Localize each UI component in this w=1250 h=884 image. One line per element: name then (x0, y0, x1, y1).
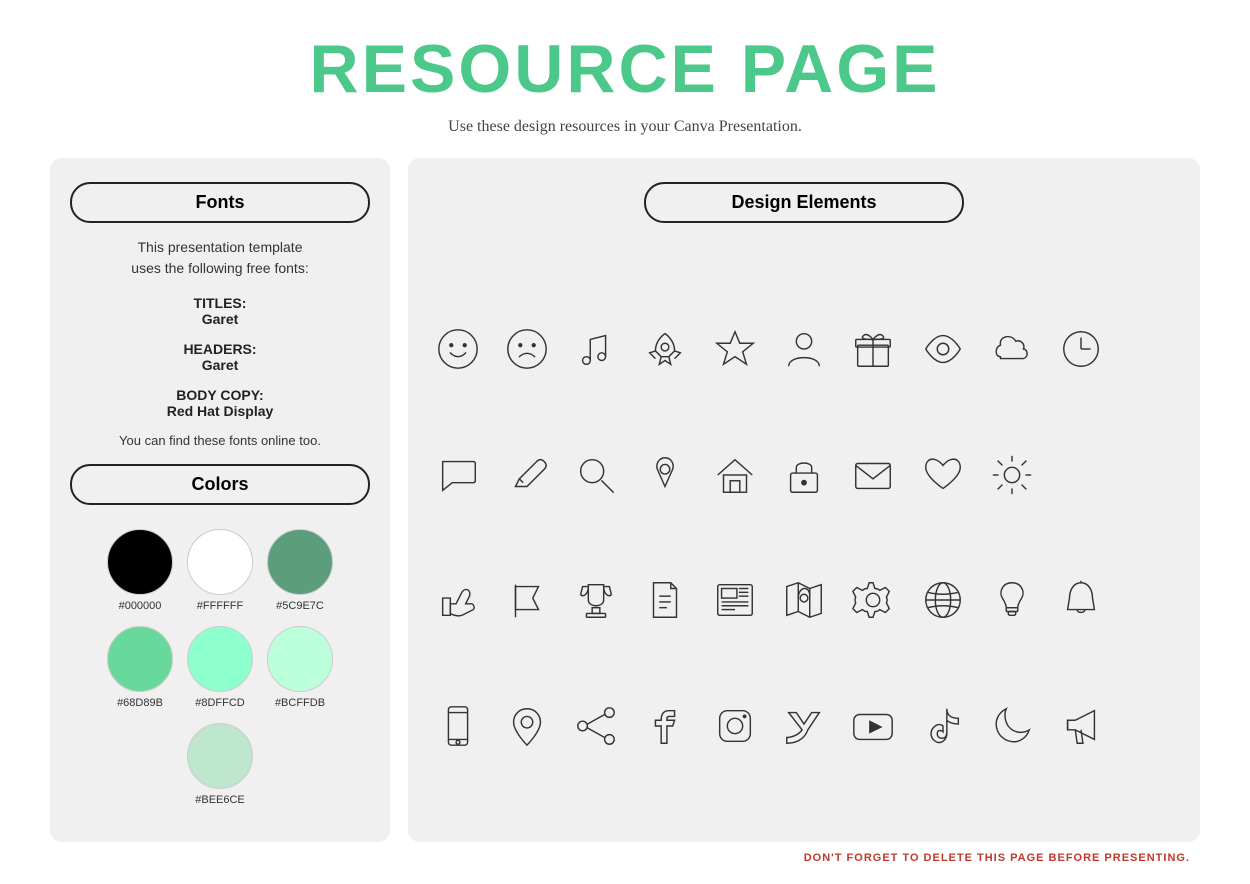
fonts-description: This presentation template uses the foll… (70, 237, 370, 279)
icon-heart (913, 452, 972, 498)
icon-facebook (636, 703, 695, 749)
left-panel: Fonts This presentation template uses th… (50, 158, 390, 842)
font-label-body: BODY COPY: (70, 387, 370, 403)
color-hex-mint1: #8DFFCD (195, 697, 245, 709)
icon-trophy (567, 577, 626, 623)
color-item-green2: #68D89B (107, 626, 173, 709)
design-elements-header: Design Elements (644, 182, 964, 223)
icon-location (497, 703, 556, 749)
color-hex-black: #000000 (119, 600, 162, 612)
icon-document (636, 577, 695, 623)
icon-placeholder211 (1121, 452, 1180, 498)
icon-share (567, 703, 626, 749)
color-item-green1: #5C9E7C (267, 529, 333, 612)
page-subtitle: Use these design resources in your Canva… (448, 118, 802, 136)
icon-lightbulb (982, 577, 1041, 623)
design-header-wrap: Design Elements (428, 182, 1180, 237)
font-name-body: Red Hat Display (70, 403, 370, 419)
icon-flag (497, 577, 556, 623)
icon-lock (774, 452, 833, 498)
font-label-titles: TITLES: (70, 295, 370, 311)
icons-grid (428, 257, 1180, 818)
color-swatch-green1 (267, 529, 333, 595)
icon-newspaper (705, 577, 764, 623)
font-entry-body: BODY COPY: Red Hat Display (70, 387, 370, 419)
color-hex-mint3: #BEE6CE (195, 794, 245, 806)
content-row: Fonts This presentation template uses th… (50, 158, 1200, 842)
icon-map (774, 577, 833, 623)
icon-moon (982, 703, 1041, 749)
icon-youtube (844, 703, 903, 749)
icon-person (774, 326, 833, 372)
icon-cloud (982, 326, 1041, 372)
color-swatch-mint3 (187, 723, 253, 789)
color-swatch-mint1 (187, 626, 253, 692)
bottom-note: DON'T FORGET TO DELETE THIS PAGE BEFORE … (50, 852, 1200, 864)
icon-placeholder210 (1051, 452, 1110, 498)
icon-smiley (428, 326, 487, 372)
colors-grid: #000000 #FFFFFF #5C9E7C #68D89B #8DFFCD (70, 529, 370, 806)
icon-megaphone (1051, 703, 1110, 749)
color-swatch-green2 (107, 626, 173, 692)
icon-globe (913, 577, 972, 623)
icon-home (705, 452, 764, 498)
color-hex-green2: #68D89B (117, 697, 163, 709)
color-item-black: #000000 (107, 529, 173, 612)
icon-settings (844, 577, 903, 623)
color-hex-white: #FFFFFF (197, 600, 243, 612)
color-swatch-white (187, 529, 253, 595)
font-entry-headers: HEADERS: Garet (70, 341, 370, 373)
font-label-headers: HEADERS: (70, 341, 370, 357)
icon-tiktok (913, 703, 972, 749)
icon-eye (913, 326, 972, 372)
color-swatch-black (107, 529, 173, 595)
icon-pin (636, 452, 695, 498)
right-panel: Design Elements (408, 158, 1200, 842)
page-container: RESOURCE PAGE Use these design resources… (0, 0, 1250, 884)
icon-placeholder411 (1121, 703, 1180, 749)
color-item-white: #FFFFFF (187, 529, 253, 612)
icon-pencil (497, 452, 556, 498)
icon-sad (497, 326, 556, 372)
color-item-mint2: #BCFFDB (267, 626, 333, 709)
icon-search (567, 452, 626, 498)
icon-thumbsup (428, 577, 487, 623)
icon-rocket (636, 326, 695, 372)
color-swatch-mint2 (267, 626, 333, 692)
icon-placeholder311 (1121, 577, 1180, 623)
icon-clock (1051, 326, 1110, 372)
color-item-mint1: #8DFFCD (187, 626, 253, 709)
font-name-titles: Garet (70, 311, 370, 327)
icon-bell (1051, 577, 1110, 623)
icon-sun (982, 452, 1041, 498)
color-hex-green1: #5C9E7C (276, 600, 324, 612)
icon-envelope (844, 452, 903, 498)
color-item-mint3: #BEE6CE (187, 723, 253, 806)
icon-star (705, 326, 764, 372)
icon-instagram (705, 703, 764, 749)
page-title: RESOURCE PAGE (310, 30, 941, 108)
icon-chat (428, 452, 487, 498)
find-fonts-text: You can find these fonts online too. (70, 433, 370, 448)
font-entry-titles: TITLES: Garet (70, 295, 370, 327)
colors-header: Colors (70, 464, 370, 505)
icon-placeholder11 (1121, 326, 1180, 372)
fonts-header: Fonts (70, 182, 370, 223)
icon-gift (844, 326, 903, 372)
color-hex-mint2: #BCFFDB (275, 697, 325, 709)
icon-twitter (774, 703, 833, 749)
icon-phone (428, 703, 487, 749)
icon-music (567, 326, 626, 372)
font-name-headers: Garet (70, 357, 370, 373)
